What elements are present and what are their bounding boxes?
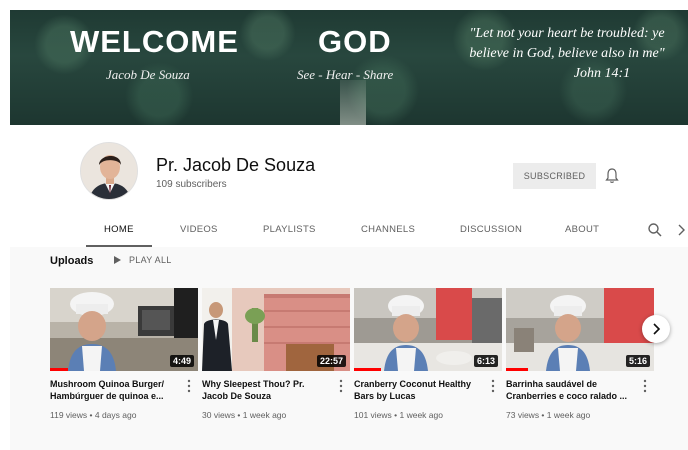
uploads-title: Uploads xyxy=(50,255,94,267)
video-duration: 4:49 xyxy=(169,355,194,367)
video-meta: 30 views • 1 week ago xyxy=(202,410,287,420)
video-thumbnail[interactable]: 4:49 xyxy=(50,288,198,371)
play-all-label: PLAY ALL xyxy=(129,255,172,265)
video-title[interactable]: Cranberry Coconut Healthy Bars by Lucas xyxy=(354,378,484,402)
video-title[interactable]: Mushroom Quinoa Burger/ Hambúrguer de qu… xyxy=(50,378,180,402)
avatar-portrait xyxy=(81,143,137,199)
bell-icon[interactable] xyxy=(604,167,620,185)
banner-name-text: Jacob De Souza xyxy=(106,67,190,82)
video-card[interactable]: 22:57 Why Sleepest Thou? Pr. Jacob De So… xyxy=(202,288,350,420)
more-vertical-icon[interactable] xyxy=(187,379,191,393)
quote-line-2: believe in God, believe also in me" xyxy=(469,46,665,61)
chevron-right-icon xyxy=(653,323,661,335)
watch-progress-bar xyxy=(50,368,68,371)
subscribed-button[interactable]: SUBSCRIBED xyxy=(513,163,596,189)
quote-reference: John 14:1 xyxy=(573,66,631,81)
tab-home[interactable]: HOME xyxy=(86,213,152,247)
video-thumbnail[interactable]: 6:13 xyxy=(354,288,502,371)
subscriber-count: 109 subscribers xyxy=(156,179,227,190)
search-icon[interactable] xyxy=(647,222,663,238)
channel-banner: WELCOME Jacob De Souza GOD See - Hear - … xyxy=(10,10,688,125)
video-meta: 73 views • 1 week ago xyxy=(506,410,591,420)
play-icon xyxy=(114,256,121,264)
banner-god-text: GOD xyxy=(318,24,392,59)
more-vertical-icon[interactable] xyxy=(491,379,495,393)
video-thumbnail[interactable]: 22:57 xyxy=(202,288,350,371)
channel-title: Pr. Jacob De Souza xyxy=(156,155,316,175)
video-meta: 119 views • 4 days ago xyxy=(50,410,137,420)
chevron-right-icon[interactable] xyxy=(676,223,686,237)
tab-videos[interactable]: VIDEOS xyxy=(180,213,218,247)
video-meta: 101 views • 1 week ago xyxy=(354,410,443,420)
banner-quote: "Let not your heart be troubled: ye beli… xyxy=(442,24,688,84)
banner-tagline: See - Hear - Share xyxy=(297,67,394,82)
video-duration: 5:16 xyxy=(625,355,650,367)
video-thumbnail[interactable]: 5:16 xyxy=(506,288,654,371)
video-title[interactable]: Why Sleepest Thou? Pr. Jacob De Souza xyxy=(202,378,332,402)
more-vertical-icon[interactable] xyxy=(643,379,647,393)
tab-about[interactable]: ABOUT xyxy=(565,213,599,247)
shelf-next-button[interactable] xyxy=(642,315,670,343)
video-title[interactable]: Barrinha saudável de Cranberries e coco … xyxy=(506,378,636,402)
play-all-button[interactable]: PLAY ALL xyxy=(114,255,172,265)
banner-bridge-path xyxy=(340,80,366,125)
watch-progress-bar xyxy=(354,368,381,371)
channel-page: WELCOME Jacob De Souza GOD See - Hear - … xyxy=(10,10,688,450)
channel-header: Pr. Jacob De Souza 109 subscribers SUBSC… xyxy=(10,125,688,247)
channel-tabs: HOME VIDEOS PLAYLISTS CHANNELS DISCUSSIO… xyxy=(10,213,688,247)
watch-progress-bar xyxy=(506,368,529,371)
more-vertical-icon[interactable] xyxy=(339,379,343,393)
channel-avatar[interactable] xyxy=(80,142,138,200)
quote-line-1: "Let not your heart be troubled: ye xyxy=(469,26,665,41)
video-card[interactable]: 4:49 Mushroom Quinoa Burger/ Hambúrguer … xyxy=(50,288,198,420)
video-card[interactable]: 6:13 Cranberry Coconut Healthy Bars by L… xyxy=(354,288,502,420)
tab-channels[interactable]: CHANNELS xyxy=(361,213,415,247)
tab-playlists[interactable]: PLAYLISTS xyxy=(263,213,316,247)
tab-discussion[interactable]: DISCUSSION xyxy=(460,213,522,247)
video-duration: 6:13 xyxy=(473,355,498,367)
banner-welcome-text: WELCOME xyxy=(70,24,239,59)
video-duration: 22:57 xyxy=(316,355,346,367)
video-card[interactable]: 5:16 Barrinha saudável de Cranberries e … xyxy=(506,288,654,420)
